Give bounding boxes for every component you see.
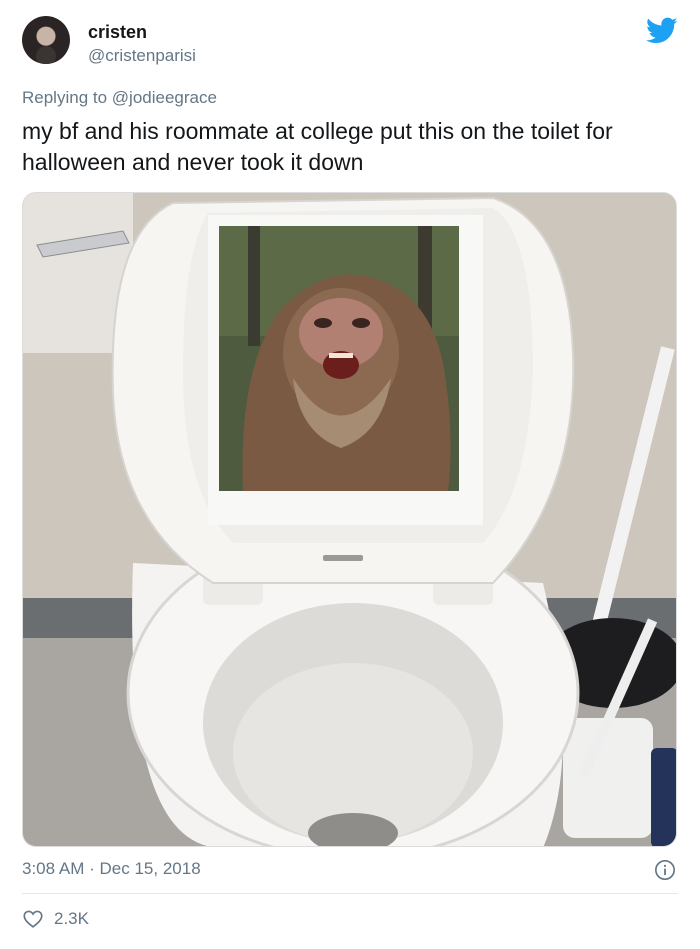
tweet-timestamp[interactable]: 3:08 AM · Dec 15, 2018 (22, 857, 201, 881)
divider (22, 893, 678, 894)
timestamp-separator: · (89, 859, 95, 878)
tweet-date: Dec 15, 2018 (99, 859, 201, 878)
tweet-photo[interactable] (22, 192, 677, 847)
reply-line: Replying to @jodieegrace (22, 86, 217, 110)
info-icon[interactable] (654, 859, 676, 881)
avatar[interactable] (22, 16, 70, 64)
tweet-time: 3:08 AM (22, 859, 85, 878)
like-count: 2.3K (54, 909, 89, 928)
reply-prefix: Replying to (22, 88, 108, 107)
author-handle[interactable]: @cristenparisi (88, 45, 196, 67)
heart-icon[interactable] (22, 908, 44, 930)
reply-mention[interactable]: @jodieegrace (112, 88, 217, 107)
like-action[interactable]: 2.3K (22, 908, 89, 930)
twitter-bird-icon[interactable] (646, 14, 678, 46)
author-name[interactable]: cristen (88, 21, 147, 43)
tweet-text: my bf and his roommate at college put th… (22, 118, 613, 175)
